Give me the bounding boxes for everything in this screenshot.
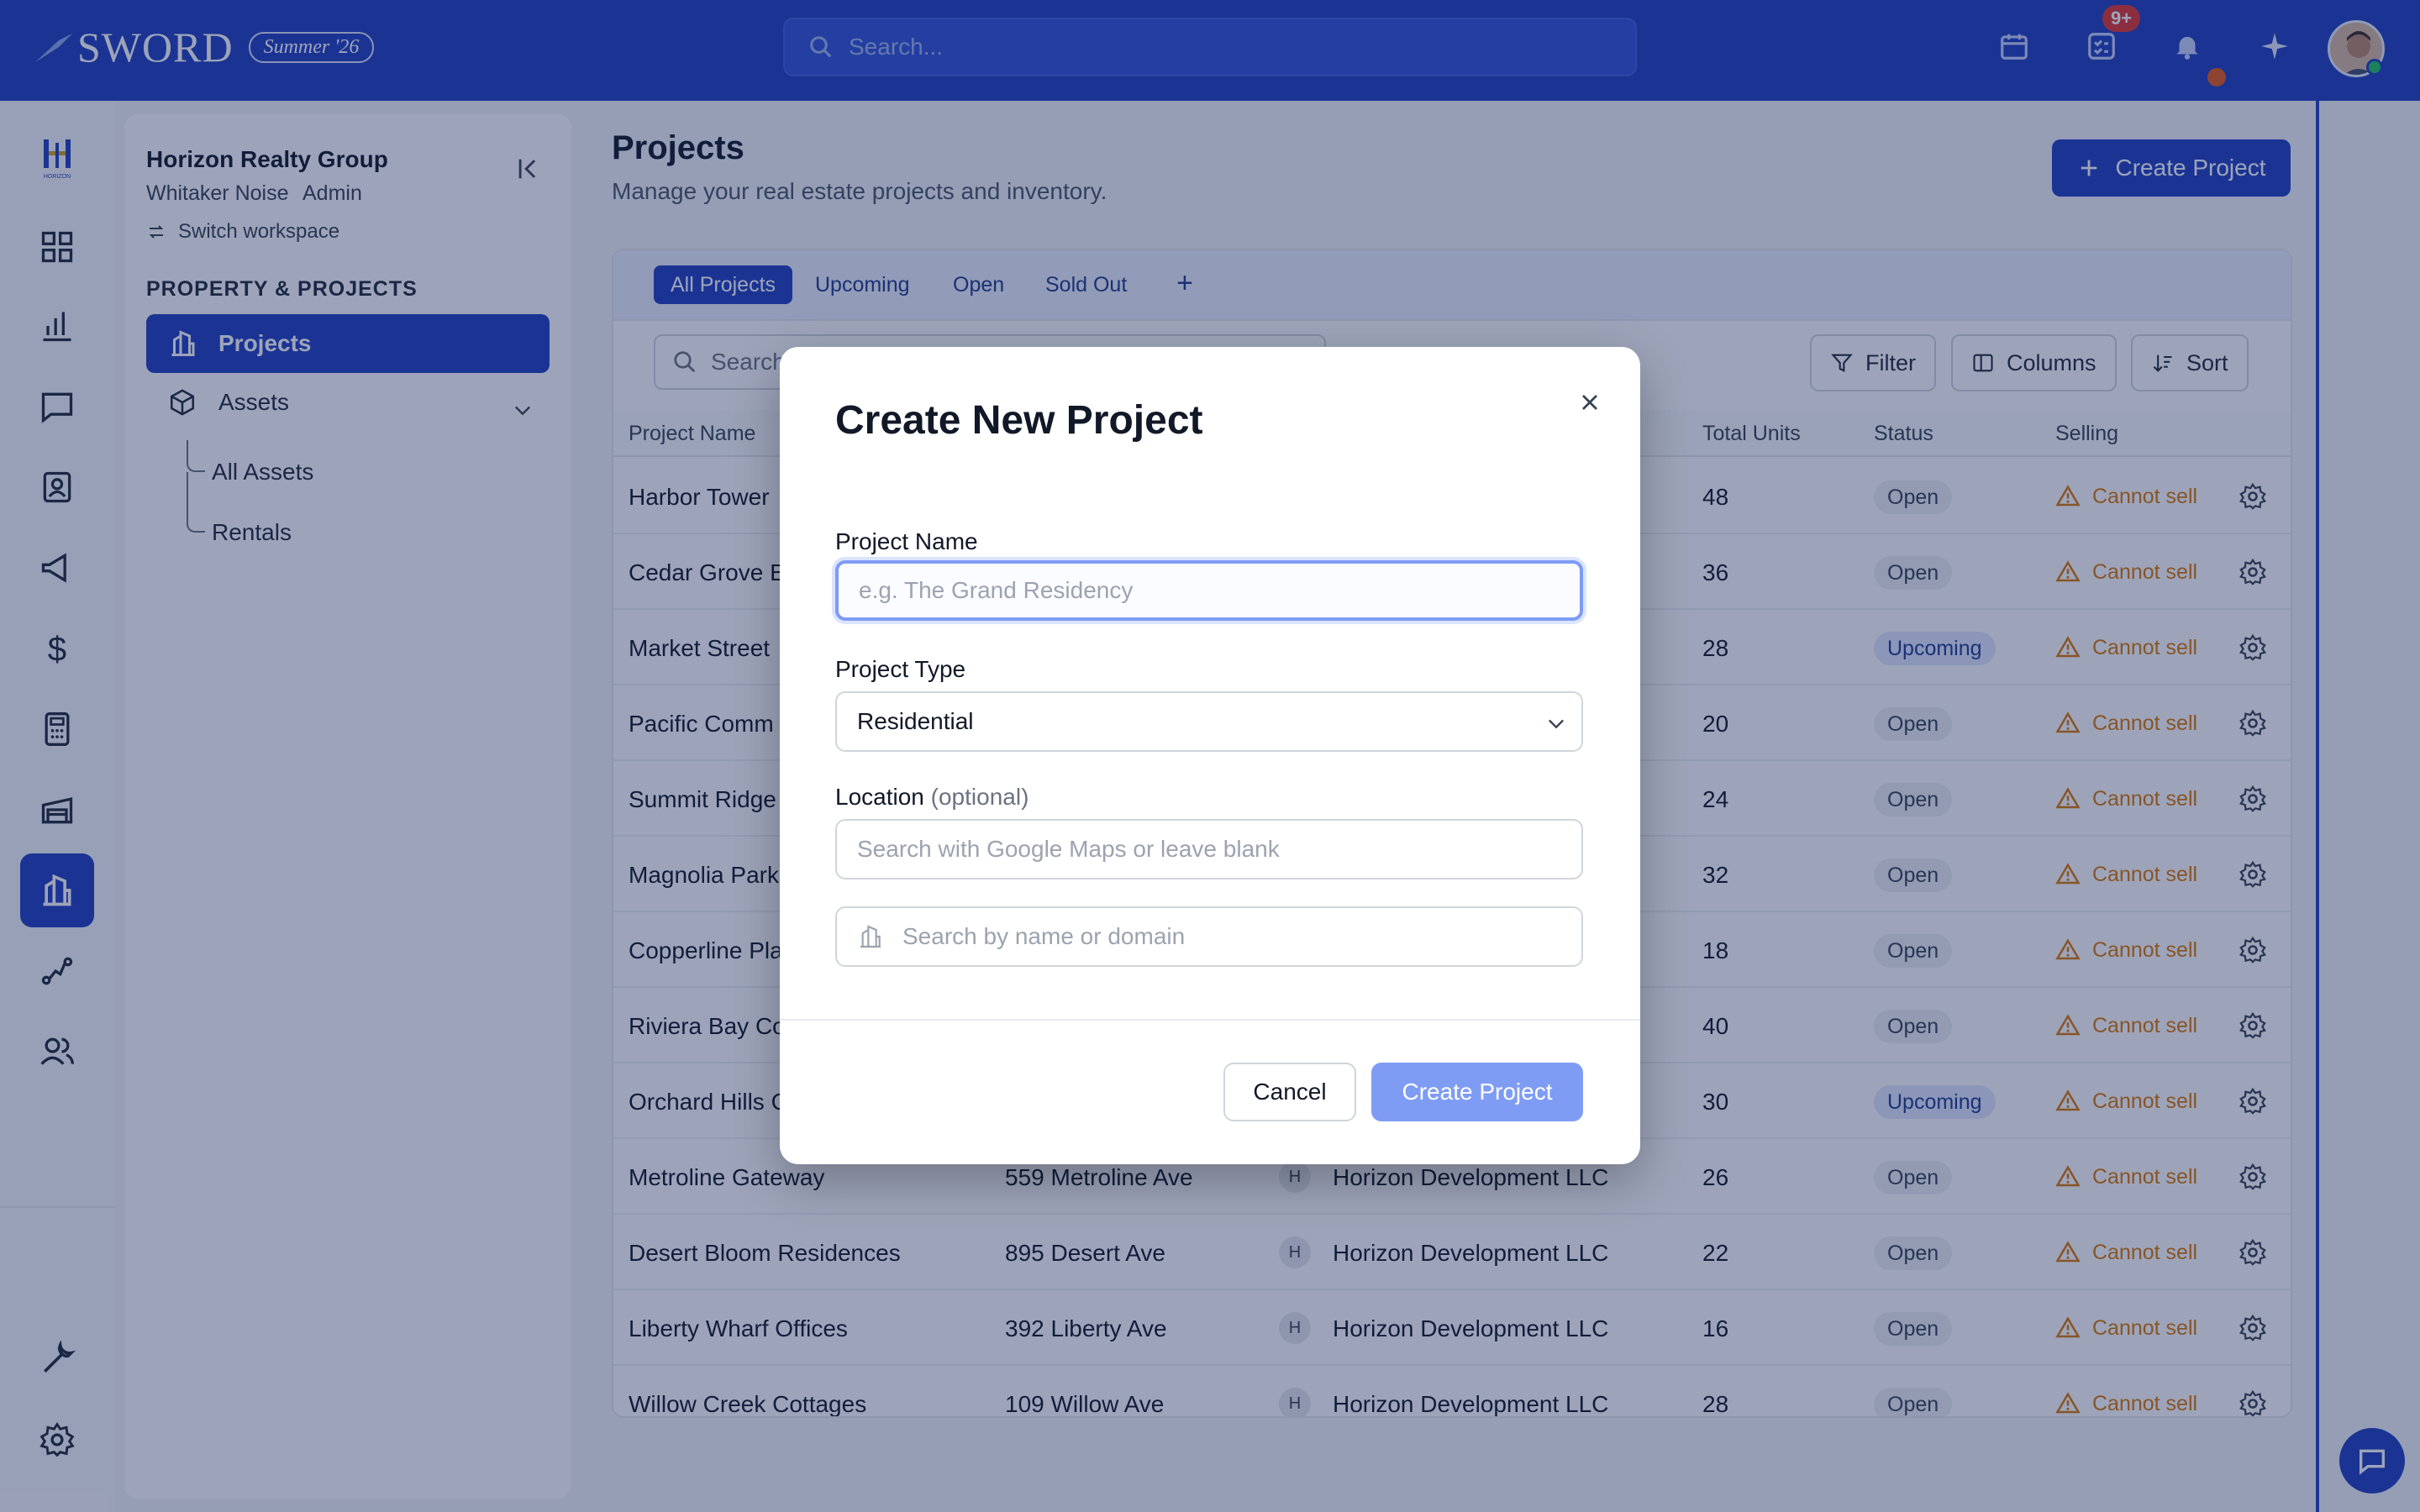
create-project-dialog: Create New Project Project Name e.g. The… [780, 347, 1640, 1164]
company-search-placeholder: Search by name or domain [902, 923, 1186, 949]
project-name-placeholder: e.g. The Grand Residency [859, 577, 1134, 603]
location-label: Location (optional) [835, 784, 1028, 811]
project-name-label: Project Name [835, 528, 978, 554]
chevron-down-icon [1549, 719, 1564, 729]
project-type-label: Project Type [835, 656, 966, 682]
location-input[interactable]: Search with Google Maps or leave blank [835, 819, 1583, 879]
submit-create-project-button[interactable]: Create Project [1371, 1063, 1583, 1121]
location-placeholder: Search with Google Maps or leave blank [857, 836, 1280, 862]
location-label-text: Location [835, 784, 924, 810]
building-icon [860, 925, 881, 948]
company-search-input[interactable]: Search by name or domain [835, 906, 1583, 967]
dialog-divider [780, 1019, 1640, 1021]
project-type-value: Residential [857, 708, 974, 734]
dialog-title: Create New Project [835, 398, 1203, 443]
project-name-input[interactable]: e.g. The Grand Residency [835, 560, 1583, 621]
optional-hint: (optional) [930, 784, 1029, 810]
close-icon[interactable] [1576, 389, 1603, 416]
project-type-select[interactable]: Residential [835, 691, 1583, 752]
cancel-button[interactable]: Cancel [1223, 1063, 1356, 1121]
